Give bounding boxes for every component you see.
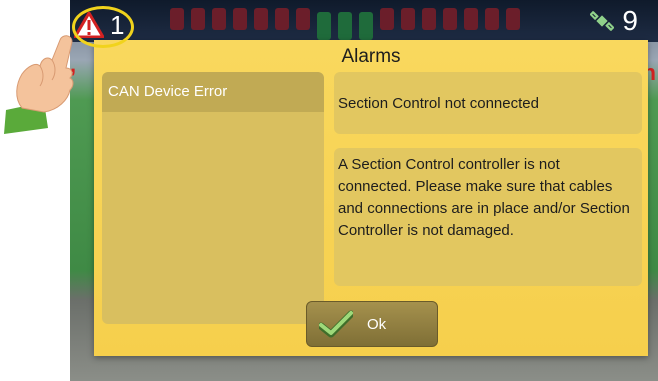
section-segment: [443, 8, 457, 30]
section-segment: [380, 8, 394, 30]
section-segment: [359, 12, 373, 40]
section-segment: [401, 8, 415, 30]
dialog-title: Alarms: [341, 46, 401, 67]
section-segment: [254, 8, 268, 30]
ok-button[interactable]: Ok: [306, 301, 438, 347]
section-segment: [464, 8, 478, 30]
section-segment: [233, 8, 247, 30]
gps-indicator[interactable]: 9: [590, 6, 638, 36]
section-segment: [422, 8, 436, 30]
section-segment: [338, 12, 352, 40]
pointing-hand-icon: [4, 35, 74, 134]
satellite-icon: [590, 10, 615, 32]
section-segment: [170, 8, 184, 30]
section-status-bar: [170, 8, 520, 40]
section-segment: [275, 8, 289, 30]
section-segment: [212, 8, 226, 30]
section-segment: [317, 12, 331, 40]
section-segment: [485, 8, 499, 30]
alarm-list: CAN Device Error: [102, 72, 324, 324]
alarm-detail-title-text: Section Control not connected: [338, 94, 539, 112]
satellite-count: 9: [622, 5, 638, 36]
alarms-dialog: Alarms CAN Device Error Section Control …: [94, 40, 648, 356]
checkmark-icon: [319, 310, 353, 338]
alarm-list-item[interactable]: CAN Device Error: [102, 72, 324, 112]
ok-button-label: Ok: [367, 315, 387, 333]
status-bar: 1 9: [70, 0, 658, 42]
alarm-detail-description: A Section Control controller is not conn…: [334, 148, 642, 286]
section-segment: [506, 8, 520, 30]
section-segment: [191, 8, 205, 30]
alarm-detail-title: Section Control not connected: [334, 72, 642, 134]
section-segment: [296, 8, 310, 30]
